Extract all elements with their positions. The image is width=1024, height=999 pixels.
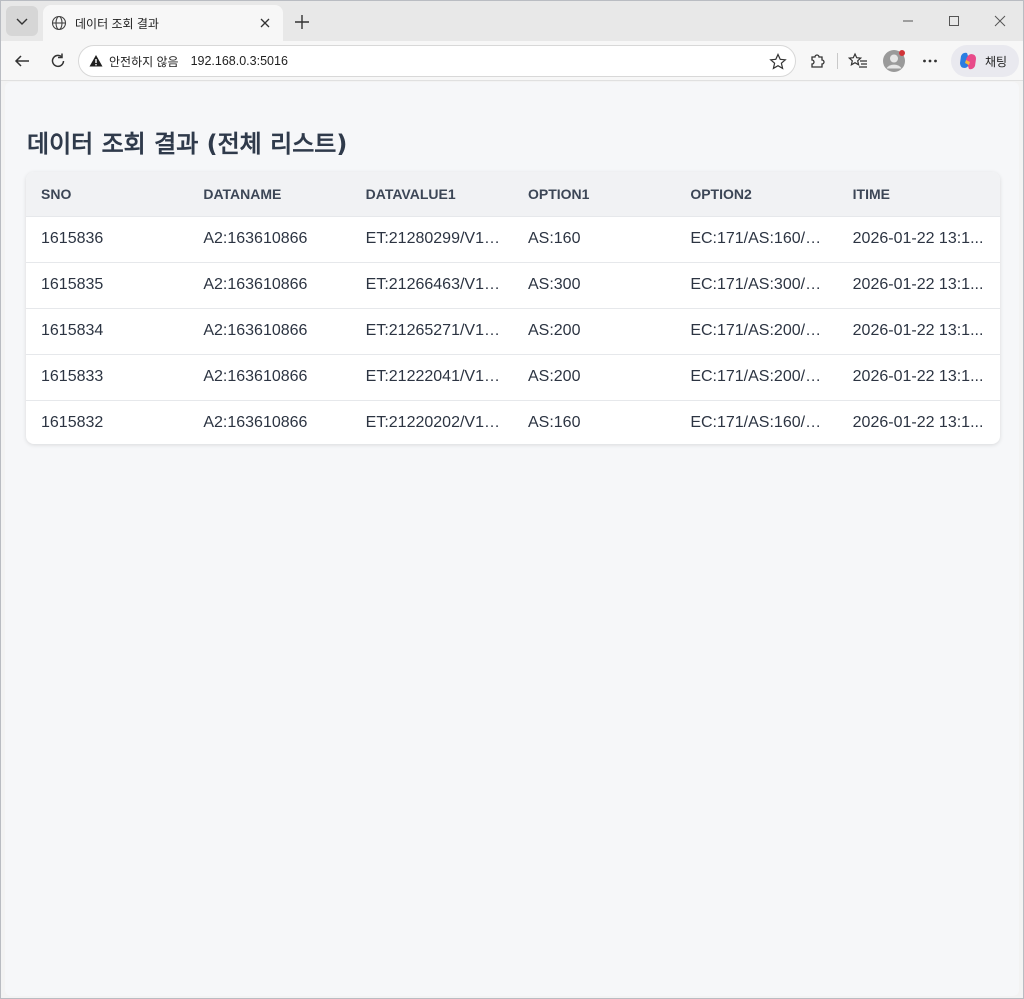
cell-sno: 1615834: [41, 322, 104, 339]
table-header-row: SNO DATANAME DATAVALUE1 OPTION1 OPTION2 …: [26, 172, 1000, 216]
table-row: 1615836 A2:163610866 ET:21280299/V1:... …: [26, 216, 1000, 262]
cell-dataname: A2:163610866: [203, 368, 308, 385]
close-icon[interactable]: [255, 13, 275, 33]
table-row: 1615835 A2:163610866 ET:21266463/V1:... …: [26, 262, 1000, 308]
cell-sno: 1615832: [41, 414, 104, 432]
minimize-icon[interactable]: [885, 1, 931, 41]
cell-option2: EC:171/AS:160/B...: [690, 230, 830, 247]
cell-option1: AS:200: [527, 368, 581, 385]
column-header-sno: SNO: [41, 185, 72, 202]
results-table-card: SNO DATANAME DATAVALUE1 OPTION1 OPTION2 …: [26, 172, 1000, 444]
globe-icon: [51, 15, 67, 31]
cell-itime: 2026-01-22 13:1...: [852, 322, 984, 339]
cell-option1: AS:200: [527, 322, 581, 339]
cell-datavalue1: ET:21220202/V1:...: [365, 414, 502, 432]
cell-option1: AS:300: [527, 276, 581, 293]
cell-datavalue1: ET:21266463/V1:...: [365, 276, 502, 293]
copilot-chat-button[interactable]: 채팅: [951, 45, 1019, 77]
cell-datavalue1: ET:21280299/V1:...: [365, 230, 502, 247]
cell-dataname: A2:163610866: [203, 414, 308, 432]
copilot-label: 채팅: [985, 54, 1008, 69]
column-header-itime: ITIME: [852, 185, 890, 202]
copilot-icon: [957, 50, 979, 72]
window-close-icon[interactable]: [977, 1, 1023, 41]
address-bar[interactable]: 안전하지 않음 192.168.0.3:5016: [78, 45, 796, 77]
tab-title: 데이터 조회 결과: [75, 16, 159, 31]
cell-dataname: A2:163610866: [203, 276, 308, 293]
toolbar-separator: [837, 53, 838, 69]
puzzle-icon[interactable]: [802, 46, 832, 76]
cell-option1: AS:160: [527, 414, 581, 432]
tab-actions-button[interactable]: [6, 6, 38, 36]
star-icon[interactable]: [767, 51, 789, 73]
warning-icon[interactable]: [89, 54, 103, 68]
cell-sno: 1615836: [41, 230, 104, 247]
column-header-datavalue1: DATAVALUE1: [365, 185, 456, 202]
cell-option2: EC:171/AS:300/B...: [690, 276, 830, 293]
browser-toolbar: 안전하지 않음 192.168.0.3:5016 채팅: [1, 41, 1023, 81]
table-row: 1615832 A2:163610866 ET:21220202/V1:... …: [26, 400, 1000, 444]
column-header-dataname: DATANAME: [203, 185, 282, 202]
cell-datavalue1: ET:21265271/V1:...: [365, 322, 502, 339]
cell-option2: EC:171/AS:200/B...: [690, 368, 830, 385]
chevron-down-icon: [15, 14, 29, 28]
cell-datavalue1: ET:21222041/V1:...: [365, 368, 502, 385]
back-arrow-icon[interactable]: [7, 46, 37, 76]
window-controls: [885, 1, 1023, 41]
cell-itime: 2026-01-22 13:1...: [852, 276, 984, 293]
cell-sno: 1615835: [41, 276, 104, 293]
url-text[interactable]: 192.168.0.3:5016: [191, 54, 288, 68]
favorites-icon[interactable]: [843, 46, 873, 76]
cell-dataname: A2:163610866: [203, 322, 308, 339]
cell-option2: EC:171/AS:160/B...: [690, 414, 830, 432]
cell-dataname: A2:163610866: [203, 230, 308, 247]
column-header-option2: OPTION2: [690, 185, 752, 202]
plus-icon[interactable]: [289, 9, 315, 35]
cell-itime: 2026-01-22 13:1...: [852, 230, 984, 247]
cell-itime: 2026-01-22 13:1...: [852, 414, 984, 432]
page-content: 데이터 조회 결과 (전체 리스트) SNO DATANAME DATAVALU…: [5, 82, 1019, 996]
maximize-icon[interactable]: [931, 1, 977, 41]
table-row: 1615834 A2:163610866 ET:21265271/V1:... …: [26, 308, 1000, 354]
cell-option2: EC:171/AS:200/B...: [690, 322, 830, 339]
page-title: 데이터 조회 결과 (전체 리스트): [27, 130, 348, 158]
cell-itime: 2026-01-22 13:1...: [852, 368, 984, 385]
cell-sno: 1615833: [41, 368, 104, 385]
more-icon[interactable]: [915, 46, 945, 76]
tab-strip: 데이터 조회 결과: [1, 1, 1023, 41]
cell-option1: AS:160: [527, 230, 581, 247]
profile-icon[interactable]: [879, 46, 909, 76]
refresh-icon[interactable]: [43, 46, 73, 76]
security-label[interactable]: 안전하지 않음: [109, 53, 179, 70]
active-tab[interactable]: 데이터 조회 결과: [43, 5, 283, 41]
table-row: 1615833 A2:163610866 ET:21222041/V1:... …: [26, 354, 1000, 400]
results-table: SNO DATANAME DATAVALUE1 OPTION1 OPTION2 …: [26, 172, 1000, 444]
column-header-option1: OPTION1: [527, 185, 590, 202]
browser-window: 데이터 조회 결과 안전하지 않음 192.168.0.3:5016 채팅 데이…: [0, 0, 1024, 999]
